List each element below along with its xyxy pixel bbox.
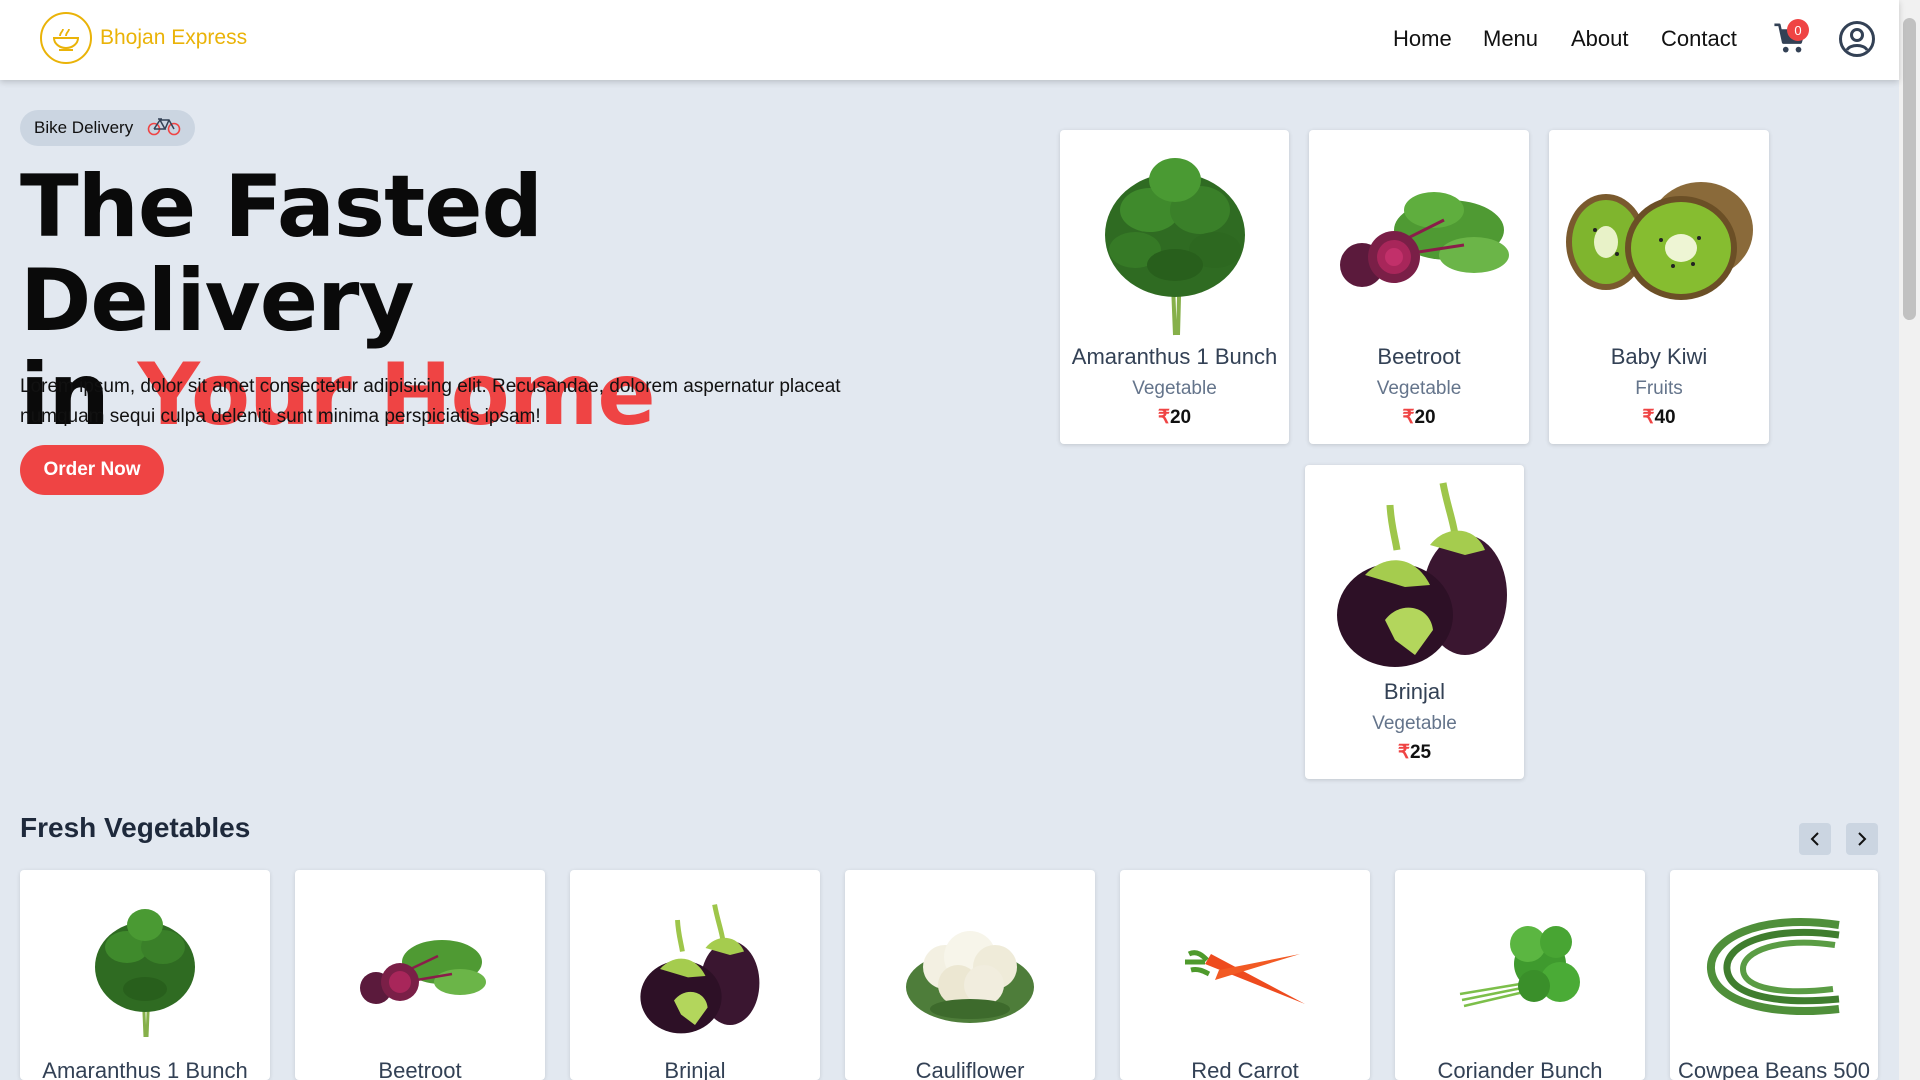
hero-product-card[interactable]: Beetroot Vegetable ₹20 bbox=[1309, 130, 1529, 444]
chevron-left-icon bbox=[1810, 832, 1819, 846]
nav-home-link[interactable]: Home bbox=[1393, 26, 1452, 52]
product-price: ₹20 bbox=[1060, 406, 1289, 429]
brand-logo[interactable]: Bhojan Express bbox=[40, 12, 247, 64]
cauliflower-image bbox=[845, 894, 1095, 1044]
cart-count-badge: 0 bbox=[1787, 19, 1809, 41]
brinjal-image bbox=[570, 894, 820, 1044]
vegetable-card[interactable]: Beetroot bbox=[295, 870, 545, 1080]
price-value: 20 bbox=[1169, 407, 1192, 428]
product-category: Vegetable bbox=[1376, 378, 1462, 399]
bowl-icon bbox=[40, 12, 92, 64]
order-now-button[interactable]: Order Now bbox=[20, 445, 164, 495]
kiwi-image bbox=[1549, 140, 1769, 340]
scroll-left-button[interactable] bbox=[1799, 823, 1831, 855]
rupee-symbol: ₹ bbox=[1157, 407, 1170, 428]
brinjal-image bbox=[1305, 475, 1524, 675]
amaranthus-image bbox=[20, 894, 270, 1044]
page-scrollbar[interactable] bbox=[1899, 0, 1920, 1080]
vegetable-name: Beetroot bbox=[378, 1058, 462, 1080]
vegetable-card[interactable]: Brinjal bbox=[570, 870, 820, 1080]
scrollbar-thumb[interactable] bbox=[1903, 18, 1916, 320]
hero-product-card[interactable]: Amaranthus 1 Bunch Vegetable ₹20 bbox=[1060, 130, 1289, 444]
hero-title-line1: The Fasted Delivery bbox=[20, 157, 543, 351]
product-price: ₹40 bbox=[1549, 406, 1769, 429]
product-category: Fruits bbox=[1635, 378, 1683, 399]
nav-contact-link[interactable]: Contact bbox=[1661, 26, 1737, 52]
beetroot-image bbox=[1309, 140, 1529, 340]
coriander-image bbox=[1395, 894, 1645, 1044]
price-value: 20 bbox=[1414, 407, 1436, 428]
product-category: Vegetable bbox=[1132, 378, 1217, 399]
price-value: 40 bbox=[1654, 407, 1676, 428]
product-name: Brinjal bbox=[1383, 679, 1446, 704]
rupee-symbol: ₹ bbox=[1402, 407, 1415, 428]
brand-name: Bhojan Express bbox=[100, 26, 248, 49]
vegetable-name: Red Carrot bbox=[1191, 1058, 1299, 1080]
vegetable-card[interactable]: Red Carrot bbox=[1120, 870, 1370, 1080]
product-name: Beetroot bbox=[1377, 344, 1461, 369]
vegetable-card[interactable]: Cowpea Beans 500 bbox=[1670, 870, 1878, 1080]
product-price: ₹25 bbox=[1305, 741, 1524, 764]
nav-about-link[interactable]: About bbox=[1571, 26, 1629, 52]
vegetable-card[interactable]: Cauliflower bbox=[845, 870, 1095, 1080]
carrot-image bbox=[1120, 894, 1370, 1044]
vegetable-card[interactable]: Amaranthus 1 Bunch bbox=[20, 870, 270, 1080]
bike-delivery-pill: Bike Delivery bbox=[20, 110, 196, 146]
hero-product-card[interactable]: Baby Kiwi Fruits ₹40 bbox=[1549, 130, 1769, 444]
vegetable-name: Coriander Bunch bbox=[1437, 1058, 1603, 1080]
vegetable-name: Cauliflower bbox=[915, 1058, 1025, 1080]
product-name: Amaranthus 1 Bunch bbox=[1071, 344, 1278, 369]
user-avatar-icon[interactable] bbox=[1838, 20, 1876, 58]
bicycle-icon bbox=[147, 116, 181, 141]
vegetable-name: Cowpea Beans 500 bbox=[1677, 1058, 1871, 1080]
hero-description: Lorem ipsum, dolor sit amet consectetur … bbox=[20, 376, 841, 427]
product-price: ₹20 bbox=[1309, 406, 1529, 429]
pill-label: Bike Delivery bbox=[34, 118, 134, 137]
nav-menu-link[interactable]: Menu bbox=[1483, 26, 1538, 52]
vegetable-name: Amaranthus 1 Bunch bbox=[42, 1058, 248, 1080]
amaranthus-image bbox=[1060, 140, 1289, 340]
rupee-symbol: ₹ bbox=[1397, 742, 1410, 763]
price-value: 25 bbox=[1409, 742, 1432, 763]
product-category: Vegetable bbox=[1372, 713, 1457, 734]
beans-image bbox=[1670, 894, 1878, 1044]
product-name: Baby Kiwi bbox=[1610, 344, 1708, 369]
beetroot-image bbox=[295, 894, 545, 1044]
vegetable-card[interactable]: Coriander Bunch bbox=[1395, 870, 1645, 1080]
scroll-right-button[interactable] bbox=[1846, 823, 1878, 855]
vegetable-name: Brinjal bbox=[664, 1058, 726, 1080]
top-navbar: Bhojan Express Home Menu About Contact 0 bbox=[0, 0, 1899, 80]
section-title: Fresh Vegetables bbox=[20, 812, 251, 843]
chevron-right-icon bbox=[1858, 832, 1867, 846]
hero-product-card[interactable]: Brinjal Vegetable ₹25 bbox=[1305, 465, 1524, 779]
rupee-symbol: ₹ bbox=[1642, 407, 1655, 428]
